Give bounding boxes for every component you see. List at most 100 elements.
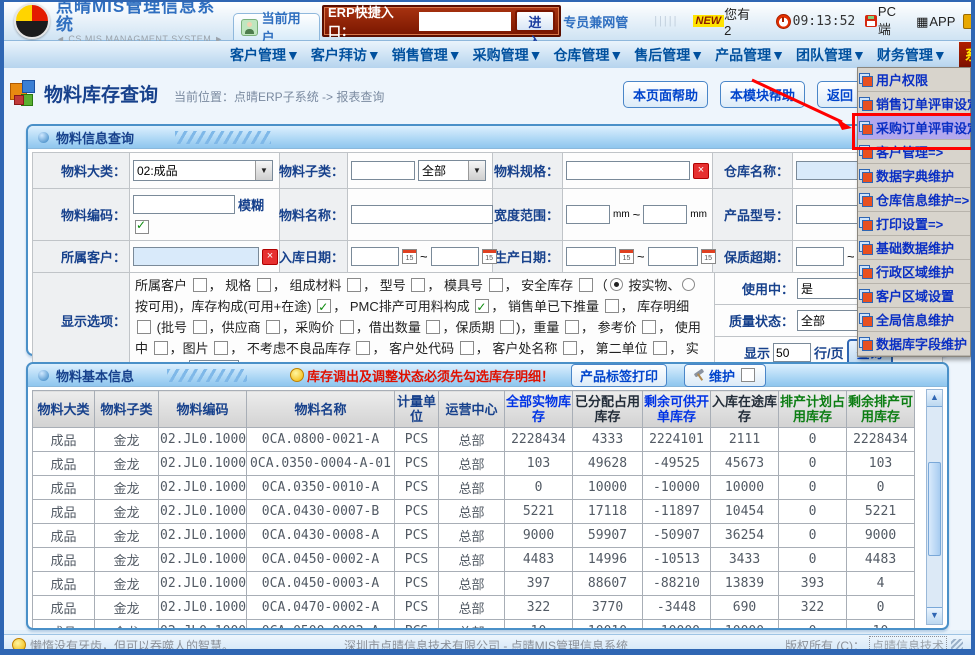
menubar-item-1[interactable]: 客户拜访▼ — [311, 45, 381, 65]
pc-label[interactable]: PC端 — [878, 4, 908, 38]
dropdown-item-1[interactable]: 销售订单评审设定 — [858, 92, 970, 116]
scroll-down-icon[interactable]: ▼ — [927, 607, 942, 624]
menubar-item-3[interactable]: 采购管理▼ — [473, 45, 543, 65]
option-checkbox[interactable] — [475, 299, 489, 313]
subcategory-input[interactable] — [351, 161, 415, 180]
calendar-icon[interactable]: 15 — [402, 249, 417, 264]
calendar-icon[interactable]: 15 — [701, 249, 716, 264]
table-row[interactable]: 成品金龙02.JL0.10000020CA.0350-0004-A-01PCS总… — [33, 452, 915, 476]
dropdown-item-2[interactable]: 采购订单评审设定 — [858, 116, 970, 140]
header-button-1[interactable]: 本模块帮助 — [720, 81, 805, 108]
fuzzy-checkbox[interactable] — [135, 220, 149, 234]
dropdown-item-4[interactable]: 数据字典维护 — [858, 164, 970, 188]
chevron-down-icon[interactable]: ▼ — [468, 161, 485, 180]
inbound-date-to-input[interactable] — [431, 247, 479, 266]
table-row[interactable]: 成品金龙02.JL0.10000090CA.0500-0002-APCS总部10… — [33, 620, 915, 631]
option-checkbox[interactable] — [500, 320, 514, 334]
menubar-item-7[interactable]: 团队管理▼ — [796, 45, 866, 65]
maintain-button[interactable]: 维护 — [684, 364, 766, 387]
dropdown-item-10[interactable]: 全局信息维护 — [858, 308, 970, 332]
header-button-0[interactable]: 本页面帮助 — [623, 81, 708, 108]
option-checkbox[interactable] — [317, 299, 331, 313]
table-row[interactable]: 成品金龙02.JL0.10000060CA.0450-0002-APCS总部44… — [33, 548, 915, 572]
option-checkbox[interactable] — [426, 320, 440, 334]
expiry-input[interactable] — [796, 247, 844, 266]
menubar-item-6[interactable]: 产品管理▼ — [715, 45, 785, 65]
subcategory-select[interactable]: 全部▼ — [418, 160, 486, 181]
dropdown-item-11[interactable]: 数据库字段维护 — [858, 332, 970, 356]
dropdown-item-3[interactable]: 客户管理=> — [858, 140, 970, 164]
dropdown-item-7[interactable]: 基础数据维护 — [858, 236, 970, 260]
calendar-icon[interactable]: 15 — [619, 249, 634, 264]
dropdown-item-5[interactable]: 仓库信息维护=> — [858, 188, 970, 212]
option-checkbox[interactable] — [193, 320, 207, 334]
resize-grip[interactable] — [951, 639, 963, 651]
option-checkbox[interactable] — [347, 278, 361, 292]
table-row[interactable]: 成品金龙02.JL0.10000080CA.0470-0002-APCS总部32… — [33, 596, 915, 620]
dropdown-item-0[interactable]: 用户权限 — [858, 68, 970, 92]
menubar-item-system-management[interactable]: 系统管理▼ — [959, 42, 975, 68]
width-max-input[interactable] — [643, 205, 687, 224]
inbound-date-from-input[interactable] — [351, 247, 399, 266]
category-select[interactable]: 02:成品▼ — [133, 160, 273, 181]
option-radio[interactable] — [610, 278, 623, 291]
name-input[interactable] — [351, 205, 493, 224]
code-input[interactable] — [133, 195, 235, 214]
dropdown-item-8[interactable]: 行政区域维护 — [858, 260, 970, 284]
width-min-input[interactable] — [566, 205, 610, 224]
option-checkbox[interactable] — [193, 278, 207, 292]
menubar-item-8[interactable]: 财务管理▼ — [877, 45, 947, 65]
option-checkbox[interactable] — [340, 320, 354, 334]
option-checkbox[interactable] — [356, 341, 370, 355]
table-row[interactable]: 成品金龙02.JL0.10000040CA.0430-0007-BPCS总部52… — [33, 500, 915, 524]
chevron-down-icon[interactable]: ▼ — [255, 161, 272, 180]
customer-input[interactable] — [133, 247, 259, 266]
table-row[interactable]: 成品金龙02.JL0.10000050CA.0430-0008-APCS总部90… — [33, 524, 915, 548]
qr-code-icon[interactable]: ▦ — [916, 15, 928, 28]
option-checkbox[interactable] — [266, 320, 280, 334]
current-user-tab[interactable]: 当前用户 — [233, 13, 320, 40]
table-row[interactable]: 成品金龙02.JL0.10000070CA.0450-0003-APCS总部39… — [33, 572, 915, 596]
menubar-item-2[interactable]: 销售管理▼ — [392, 45, 462, 65]
lock-icon[interactable] — [963, 14, 975, 29]
option-checkbox[interactable] — [563, 341, 577, 355]
option-checkbox[interactable] — [489, 278, 503, 292]
pc-client-icon[interactable] — [865, 15, 877, 27]
label-print-button[interactable]: 产品标签打印 — [571, 364, 667, 387]
option-checkbox[interactable] — [257, 278, 271, 292]
dropdown-item-6[interactable]: 打印设置=> — [858, 212, 970, 236]
enter-button[interactable]: 进入 — [515, 10, 556, 32]
option-checkbox[interactable] — [214, 341, 228, 355]
option-checkbox[interactable] — [653, 341, 667, 355]
option-checkbox[interactable] — [565, 320, 579, 334]
menubar-item-4[interactable]: 仓库管理▼ — [553, 45, 623, 65]
page-size-input[interactable] — [773, 343, 811, 362]
calendar-icon[interactable]: 15 — [482, 249, 497, 264]
clear-icon[interactable]: × — [262, 249, 278, 265]
model-input[interactable] — [796, 205, 862, 224]
menubar-item-5[interactable]: 售后管理▼ — [634, 45, 704, 65]
production-date-from-input[interactable] — [566, 247, 616, 266]
production-date-to-input[interactable] — [648, 247, 698, 266]
erp-entry-input[interactable] — [419, 12, 511, 31]
option-checkbox[interactable] — [411, 278, 425, 292]
table-row[interactable]: 成品金龙02.JL0.10000010CA.0800-0021-APCS总部22… — [33, 428, 915, 452]
scroll-up-icon[interactable]: ▲ — [927, 390, 942, 407]
app-label[interactable]: APP — [929, 14, 955, 29]
table-row[interactable]: 成品金龙02.JL0.10000030CA.0350-0010-APCS总部01… — [33, 476, 915, 500]
dropdown-item-9[interactable]: 客户区域设置 — [858, 284, 970, 308]
clear-icon[interactable]: × — [693, 163, 709, 179]
option-checkbox[interactable] — [460, 341, 474, 355]
table-scrollbar[interactable]: ▲ ▼ — [926, 389, 943, 625]
option-checkbox[interactable] — [642, 320, 656, 334]
menubar-item-0[interactable]: 客户管理▼ — [230, 45, 300, 65]
copyright-owner[interactable]: 点晴信息技术 — [869, 636, 947, 655]
scrollbar-thumb[interactable] — [928, 462, 941, 556]
option-checkbox[interactable] — [154, 341, 168, 355]
option-checkbox[interactable] — [137, 320, 151, 334]
messages-count[interactable]: 您有 2 — [724, 4, 760, 38]
option-checkbox[interactable] — [605, 299, 619, 313]
option-checkbox[interactable] — [579, 278, 593, 292]
maintain-checkbox[interactable] — [741, 368, 755, 382]
option-radio[interactable] — [682, 278, 695, 291]
